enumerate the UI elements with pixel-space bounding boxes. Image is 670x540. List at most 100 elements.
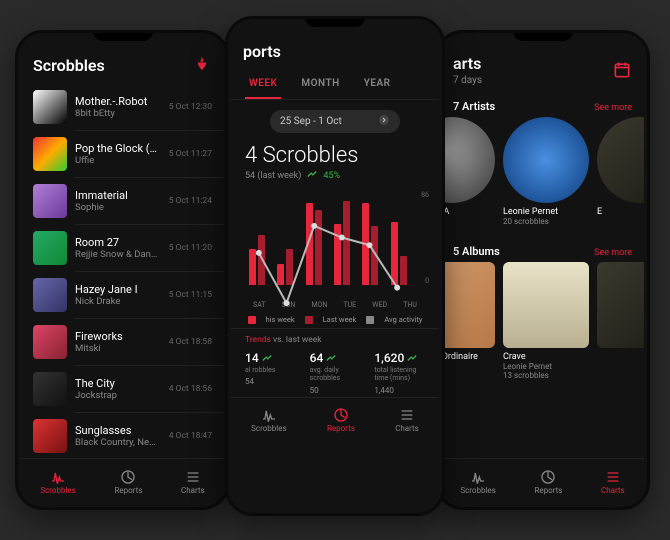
trend-up-icon	[407, 354, 417, 362]
track-time: 4 Oct 18:58	[169, 337, 212, 347]
bar-this-week	[334, 224, 341, 285]
phone-charts: arts 7 days 7 Artists See more sfield.TY…	[435, 30, 650, 510]
scrobble-row[interactable]: Mother.-.Robot 8bit bEtty 5 Oct 12:30	[21, 84, 224, 130]
card-title: nument Ordinaire	[441, 352, 495, 362]
scrobble-row[interactable]: The City Jockstrap 4 Oct 18:56	[21, 366, 224, 412]
x-tick: WED	[372, 301, 387, 309]
chart-legend: his week Last week Avg activity	[231, 309, 439, 328]
bar-last-week	[286, 249, 293, 285]
trend-up-icon	[326, 354, 336, 362]
track-time: 5 Oct 11:24	[169, 196, 212, 206]
album-art-icon	[33, 419, 67, 453]
notch	[305, 17, 365, 27]
card-title: Leonie Pernet	[503, 207, 589, 217]
nav-label: Charts	[181, 486, 205, 495]
weekly-chart: 86 0 SATSUNMONTUEWEDTHU	[231, 183, 439, 309]
track-title: Hazey Jane I	[75, 283, 161, 296]
trend-label: total listening time (mins)	[374, 366, 425, 383]
album-art-icon	[33, 278, 67, 312]
albums-carousel[interactable]: nument Ordinaire sfield.TYA scrobbles Cr…	[441, 262, 644, 384]
tab-week[interactable]: WEEK	[245, 70, 281, 99]
see-more-link[interactable]: See more	[594, 248, 632, 258]
scrobble-row[interactable]: Hazey Jane I Nick Drake 5 Oct 11:15	[21, 272, 224, 318]
tab-month[interactable]: MONTH	[297, 70, 343, 99]
card-sub2: scrobbles	[441, 371, 495, 380]
page-title: Scrobbles	[33, 56, 105, 75]
nav-reports[interactable]: Reports	[327, 407, 355, 433]
date-range-selector[interactable]: 25 Sep - 1 Oct	[270, 110, 400, 133]
track-time: 4 Oct 18:47	[169, 431, 212, 441]
tab-year[interactable]: YEAR	[360, 70, 395, 99]
trends-header-rest: vs. last week	[271, 335, 322, 345]
artist-card[interactable]: E	[597, 117, 644, 226]
x-tick: THU	[403, 301, 417, 309]
nav-label: Reports	[534, 486, 562, 495]
last-week-count: 54 (last week)	[245, 171, 301, 181]
track-time: 5 Oct 11:27	[169, 149, 212, 159]
album-card[interactable]: Crave Leonie Pernet 13 scrobbles	[503, 262, 589, 380]
scrobble-row[interactable]: Room 27 Rejjie Snow & Dana Willia... 5 O…	[21, 225, 224, 271]
legend-swatch-icon	[248, 316, 256, 324]
bar-last-week	[258, 235, 265, 285]
artist-card[interactable]: sfield.TYA scrobbles	[441, 117, 495, 226]
nav-scrobbles[interactable]: Scrobbles	[460, 469, 495, 495]
section-header-artists: 7 Artists See more	[441, 94, 644, 117]
nav-scrobbles[interactable]: Scrobbles	[251, 407, 286, 433]
nav-charts[interactable]: Charts	[601, 469, 625, 495]
report-tabs: WEEK MONTH YEAR	[231, 70, 439, 100]
headline-count: 4 Scrobbles	[231, 139, 439, 168]
nav-reports[interactable]: Reports	[534, 469, 562, 495]
trend-compare: 1,440	[374, 386, 425, 395]
nav-charts[interactable]: Charts	[181, 469, 205, 495]
album-art-icon	[33, 231, 67, 265]
trends-header-accent: Trends	[245, 335, 271, 345]
scrobble-row[interactable]: Immaterial Sophie 5 Oct 11:24	[21, 178, 224, 224]
album-card[interactable]: nument Ordinaire sfield.TYA scrobbles	[441, 262, 495, 380]
album-art-icon	[33, 372, 67, 406]
scrobble-row[interactable]: Fireworks Mitski 4 Oct 18:58	[21, 319, 224, 365]
scrobble-row[interactable]: Pop the Glock (Original Mix) Uffie 5 Oct…	[21, 131, 224, 177]
trends-row: 14 al robbles 54 64 avg. daily scrobbles…	[231, 349, 439, 397]
album-art-icon	[33, 137, 67, 171]
nav-reports[interactable]: Reports	[114, 469, 142, 495]
section-title: 5 Albums	[453, 245, 500, 258]
bar-this-week	[277, 264, 284, 285]
track-artist: Jockstrap	[75, 390, 161, 401]
artist-card[interactable]: Leonie Pernet 20 scrobbles	[503, 117, 589, 226]
phone-reports: ports WEEK MONTH YEAR 25 Sep - 1 Oct 4 S…	[225, 16, 445, 516]
card-title: E	[597, 207, 644, 217]
album-card[interactable]	[597, 262, 644, 380]
track-title: Immaterial	[75, 189, 161, 202]
scrobbles-list: Mother.-.Robot 8bit bEtty 5 Oct 12:30 Po…	[21, 84, 224, 458]
calendar-icon[interactable]	[612, 60, 632, 80]
trend-label: avg. daily scrobbles	[310, 366, 361, 383]
artists-carousel[interactable]: sfield.TYA scrobbles Leonie Pernet 20 sc…	[441, 117, 644, 239]
card-title: sfield.TYA	[441, 207, 495, 217]
track-title: Fireworks	[75, 330, 161, 343]
see-more-link[interactable]: See more	[594, 103, 632, 113]
nav-label: Scrobbles	[40, 486, 75, 495]
nav-scrobbles[interactable]: Scrobbles	[40, 469, 75, 495]
card-sub: sfield.TYA	[441, 362, 495, 371]
x-tick: SAT	[253, 301, 265, 309]
nav-label: Reports	[114, 486, 142, 495]
page-title: ports	[243, 42, 281, 61]
trend-up-icon	[262, 354, 272, 362]
track-title: Sunglasses	[75, 424, 161, 437]
charts-icon	[185, 469, 201, 485]
legend-label: Avg activity	[384, 315, 422, 324]
profile-icon[interactable]	[192, 55, 212, 75]
legend-swatch-icon	[305, 316, 313, 324]
charts-icon	[605, 469, 621, 485]
card-sub: scrobbles	[441, 217, 495, 226]
scrobble-row[interactable]: Sunglasses Black Country, New Road 4 Oct…	[21, 413, 224, 458]
charts-icon	[399, 407, 415, 423]
reports-icon	[120, 469, 136, 485]
bar-last-week	[315, 210, 322, 285]
header: arts 7 days	[441, 36, 644, 94]
bar-last-week	[371, 226, 378, 285]
track-artist: Black Country, New Road	[75, 437, 161, 448]
bar-last-week	[400, 256, 407, 285]
notch	[93, 31, 153, 41]
nav-charts[interactable]: Charts	[395, 407, 419, 433]
